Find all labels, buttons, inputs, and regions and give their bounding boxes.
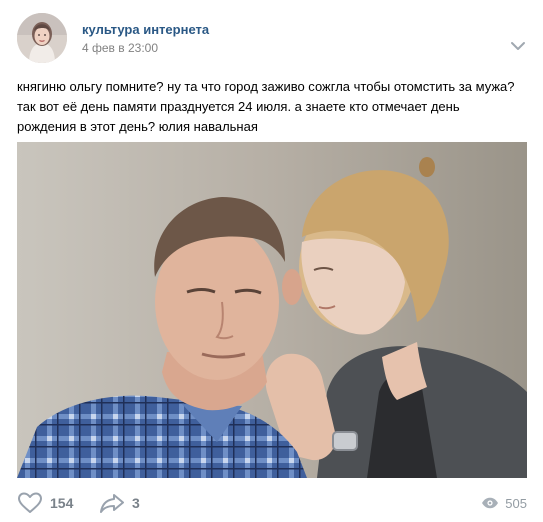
post-actions: 154 3 505 <box>17 486 527 520</box>
post-date[interactable]: 4 фев в 23:00 <box>82 41 158 55</box>
post-photo[interactable] <box>17 142 527 478</box>
post-text: княгиню ольгу помните? ну та что город з… <box>17 79 515 134</box>
chevron-down-icon[interactable] <box>510 39 526 51</box>
eye-icon <box>482 497 499 509</box>
share-count: 3 <box>132 495 140 511</box>
wall-post: культура интернета 4 фев в 23:00 княгиню… <box>0 0 543 522</box>
like-count: 154 <box>50 495 74 511</box>
like-button[interactable]: 154 <box>17 486 73 520</box>
views-counter: 505 <box>481 486 527 520</box>
heart-icon <box>18 492 42 513</box>
share-arrow-icon <box>100 494 124 513</box>
view-count: 505 <box>505 495 527 511</box>
avatar-image <box>17 13 67 63</box>
photo-image <box>17 142 527 478</box>
post-header: культура интернета 4 фев в 23:00 <box>17 13 527 63</box>
avatar[interactable] <box>17 13 67 63</box>
share-button[interactable]: 3 <box>99 486 140 520</box>
post-author-link[interactable]: культура интернета <box>82 22 209 37</box>
